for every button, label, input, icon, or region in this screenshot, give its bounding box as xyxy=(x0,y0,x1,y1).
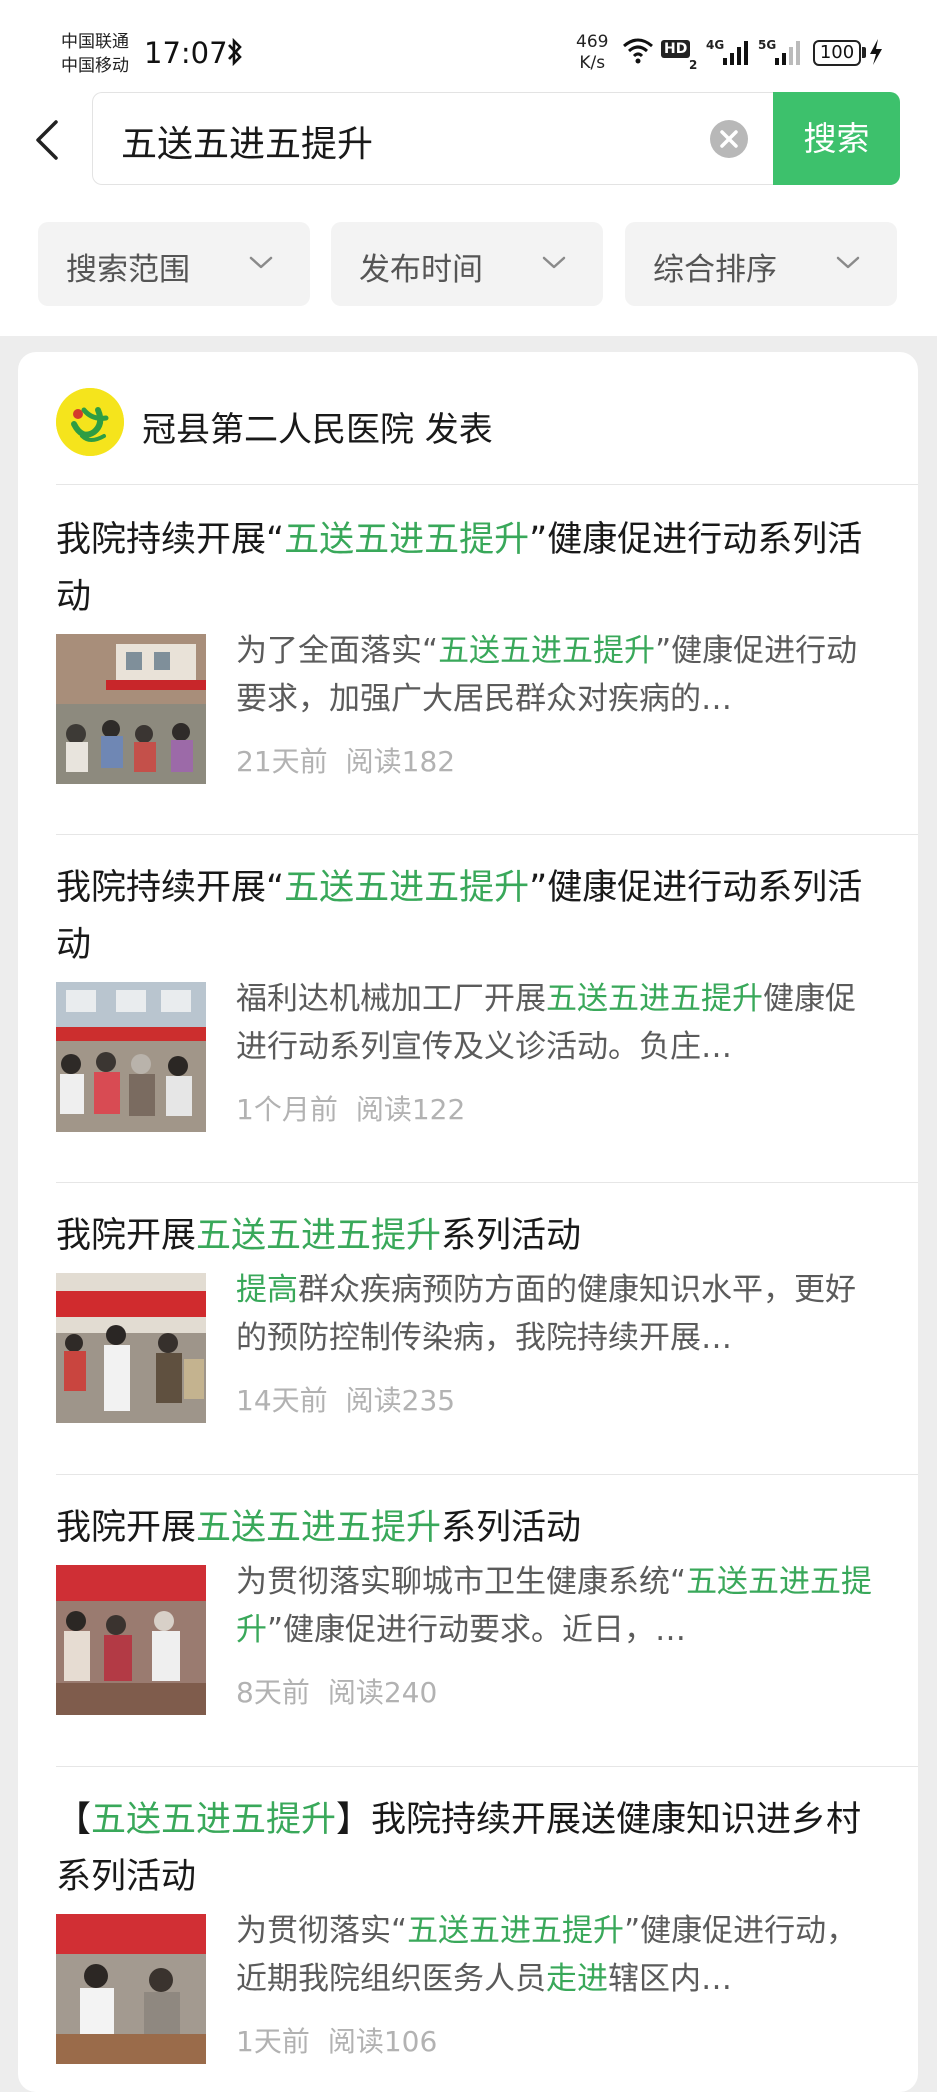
text-segment: 我院开展 xyxy=(56,1216,197,1256)
divider xyxy=(56,484,918,485)
result-meta: 14天前 阅读235 xyxy=(236,1379,455,1419)
charging-icon xyxy=(868,38,884,72)
text-segment: 系列活动 xyxy=(441,1216,582,1256)
network-speed-value: 469 xyxy=(576,32,609,52)
result-description: 提高群众疾病预防方面的健康知识水平，更好的预防控制传染病，我院持续开展… xyxy=(236,1266,876,1362)
result-time: 8天前 xyxy=(236,1676,310,1709)
result-meta: 1天前 阅读106 xyxy=(236,2020,437,2060)
bluetooth-icon xyxy=(226,37,244,73)
close-icon xyxy=(720,130,738,148)
result-time: 14天前 xyxy=(236,1384,328,1417)
text-segment: 我院持续开展“ xyxy=(56,520,285,560)
chevron-down-icon xyxy=(542,256,566,269)
result-meta: 21天前 阅读182 xyxy=(236,740,455,780)
signal-1-icon xyxy=(722,40,750,70)
divider xyxy=(56,1182,918,1183)
text-segment: 系列活动 xyxy=(441,1508,582,1548)
network-speed: 469 K/s xyxy=(576,32,608,74)
keyword-highlight: 五送五进五提升 xyxy=(546,981,763,1017)
battery-cap xyxy=(862,47,866,58)
carrier-2: 中国移动 xyxy=(61,56,129,76)
result-title: 【五送五进五提升】我院持续开展送健康知识进乡村系列活动 xyxy=(56,1792,886,1906)
keyword-highlight: 五送五进五提升 xyxy=(91,1800,337,1840)
keyword-highlight: 提高 xyxy=(236,1272,298,1308)
result-reads: 阅读235 xyxy=(345,1384,456,1417)
filter-scope-label: 搜索范围 xyxy=(66,252,190,288)
carrier-1: 中国联通 xyxy=(61,32,129,52)
result-reads: 阅读182 xyxy=(345,745,456,778)
search-button[interactable]: 搜索 xyxy=(773,92,900,185)
search-query: 五送五进五提升 xyxy=(121,124,374,165)
keyword-highlight: 五送五进五提升 xyxy=(196,1508,442,1548)
text-segment: 群众疾病预防方面的健康知识水平，更好的预防控制传染病，我院持续开展… xyxy=(236,1272,856,1356)
result-title: 我院开展五送五进五提升系列活动 xyxy=(56,1208,886,1265)
top-bar-area: 中国联通 中国移动 17:07 469 K/s HD 2 4G 5G 100 五… xyxy=(0,0,937,336)
result-description: 为贯彻落实“五送五进五提升”健康促进行动，近期我院组织医务人员走进辖区内… xyxy=(236,1907,876,2003)
signal-2-icon xyxy=(774,40,802,70)
hd-sub-label: 2 xyxy=(689,58,698,72)
text-segment: 辖区内… xyxy=(608,1961,732,1997)
hd-voice-icon: HD xyxy=(661,40,691,58)
result-thumbnail xyxy=(56,1565,206,1715)
wifi-icon xyxy=(622,36,654,68)
text-segment: 为了全面落实“ xyxy=(236,633,439,669)
results-card: 冠县第二人民医院 发表 我院持续开展“五送五进五提升”健康促进行动系列活动 为了… xyxy=(18,352,918,2092)
result-reads: 阅读106 xyxy=(327,2025,438,2058)
hd-label: HD xyxy=(664,41,688,57)
result-meta: 1个月前 阅读122 xyxy=(236,1088,465,1128)
text-segment: ”健康促进行动要求。近日，… xyxy=(267,1612,687,1648)
publisher-logo xyxy=(56,388,124,456)
text-segment: 为贯彻落实“ xyxy=(236,1913,408,1949)
result-meta: 8天前 阅读240 xyxy=(236,1671,437,1711)
keyword-highlight: 走进 xyxy=(546,1961,608,1997)
result-thumbnail xyxy=(56,982,206,1132)
back-arrow-icon xyxy=(36,120,58,160)
result-time: 1个月前 xyxy=(236,1093,338,1126)
back-button[interactable] xyxy=(28,112,68,168)
text-segment: 我院开展 xyxy=(56,1508,197,1548)
filter-publish-time[interactable]: 发布时间 xyxy=(331,222,603,306)
text-segment: 我院持续开展“ xyxy=(56,868,285,908)
publisher-name: 冠县第二人民医院 发表 xyxy=(142,410,493,450)
result-time: 21天前 xyxy=(236,745,328,778)
keyword-highlight: 五送五进五提升 xyxy=(196,1216,442,1256)
clear-search-button[interactable] xyxy=(710,120,748,158)
result-reads: 阅读240 xyxy=(327,1676,438,1709)
filter-publish-time-label: 发布时间 xyxy=(359,252,483,288)
filter-scope[interactable]: 搜索范围 xyxy=(38,222,310,306)
search-input[interactable]: 五送五进五提升 xyxy=(92,92,774,185)
network-speed-unit: K/s xyxy=(579,53,606,73)
keyword-highlight: 五送五进五提升 xyxy=(284,520,530,560)
result-title: 我院持续开展“五送五进五提升”健康促进行动系列活动 xyxy=(56,512,886,626)
carrier-info: 中国联通 中国移动 xyxy=(61,30,129,78)
divider xyxy=(56,1766,918,1767)
result-title: 我院持续开展“五送五进五提升”健康促进行动系列活动 xyxy=(56,860,886,974)
result-reads: 阅读122 xyxy=(355,1093,466,1126)
filter-sort-label: 综合排序 xyxy=(653,252,777,288)
battery-indicator: 100 xyxy=(813,40,861,66)
result-description: 为贯彻落实聊城市卫生健康系统“五送五进五提升”健康促进行动要求。近日，… xyxy=(236,1558,876,1654)
filter-sort[interactable]: 综合排序 xyxy=(625,222,897,306)
text-segment: 福利达机械加工厂开展 xyxy=(236,981,546,1017)
result-thumbnail xyxy=(56,634,206,784)
divider xyxy=(56,1474,918,1475)
status-bar: 中国联通 中国移动 17:07 469 K/s HD 2 4G 5G 100 xyxy=(0,0,937,86)
result-thumbnail xyxy=(56,1273,206,1423)
keyword-highlight: 五送五进五提升 xyxy=(284,868,530,908)
text-segment: 为贯彻落实聊城市卫生健康系统“ xyxy=(236,1564,687,1600)
text-segment: 【 xyxy=(56,1800,92,1840)
clock: 17:07 xyxy=(144,36,228,70)
result-time: 1天前 xyxy=(236,2025,310,2058)
chevron-down-icon xyxy=(249,256,273,269)
result-description: 为了全面落实“五送五进五提升”健康促进行动要求，加强广大居民群众对疾病的… xyxy=(236,627,876,723)
keyword-highlight: 五送五进五提升 xyxy=(438,633,656,669)
result-description: 福利达机械加工厂开展五送五进五提升健康促进行动系列宣传及义诊活动。负庄… xyxy=(236,975,876,1071)
keyword-highlight: 五送五进五提升 xyxy=(407,1913,625,1949)
divider xyxy=(56,834,918,835)
result-thumbnail xyxy=(56,1914,206,2064)
chevron-down-icon xyxy=(836,256,860,269)
result-title: 我院开展五送五进五提升系列活动 xyxy=(56,1500,886,1557)
